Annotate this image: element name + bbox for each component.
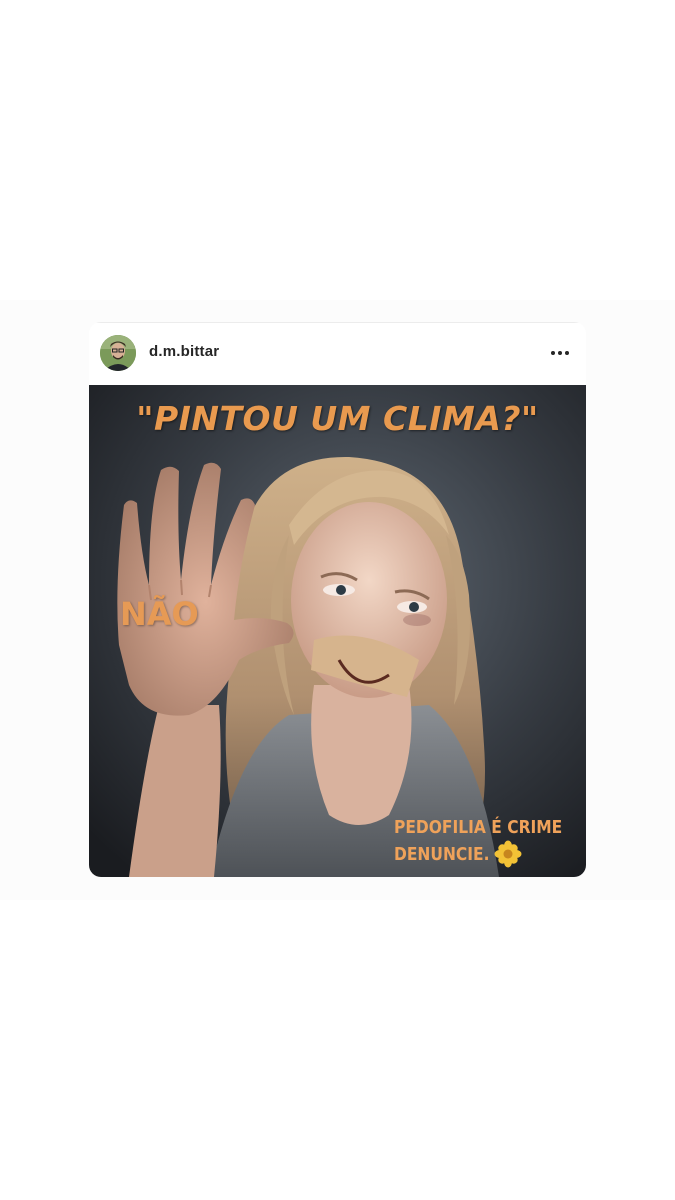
post-username[interactable]: d.m.bittar xyxy=(149,343,219,360)
instagram-post-card: d.m.bittar "PINTOU UM CLIMA?" NÃO PEDOFI… xyxy=(89,322,586,877)
flower-icon xyxy=(494,840,522,868)
post-header: d.m.bittar xyxy=(89,322,586,385)
image-headline: "PINTOU UM CLIMA?" xyxy=(136,399,539,438)
avatar[interactable] xyxy=(100,335,136,371)
more-horizontal-icon xyxy=(551,351,569,355)
image-caption-line1: PEDOFILIA É CRIME xyxy=(394,817,563,838)
post-image: "PINTOU UM CLIMA?" NÃO PEDOFILIA É CRIME… xyxy=(89,385,586,877)
image-caption-line2: DENUNCIE. xyxy=(394,844,490,865)
more-options-button[interactable] xyxy=(548,341,572,365)
image-hand-text: NÃO xyxy=(120,595,199,633)
